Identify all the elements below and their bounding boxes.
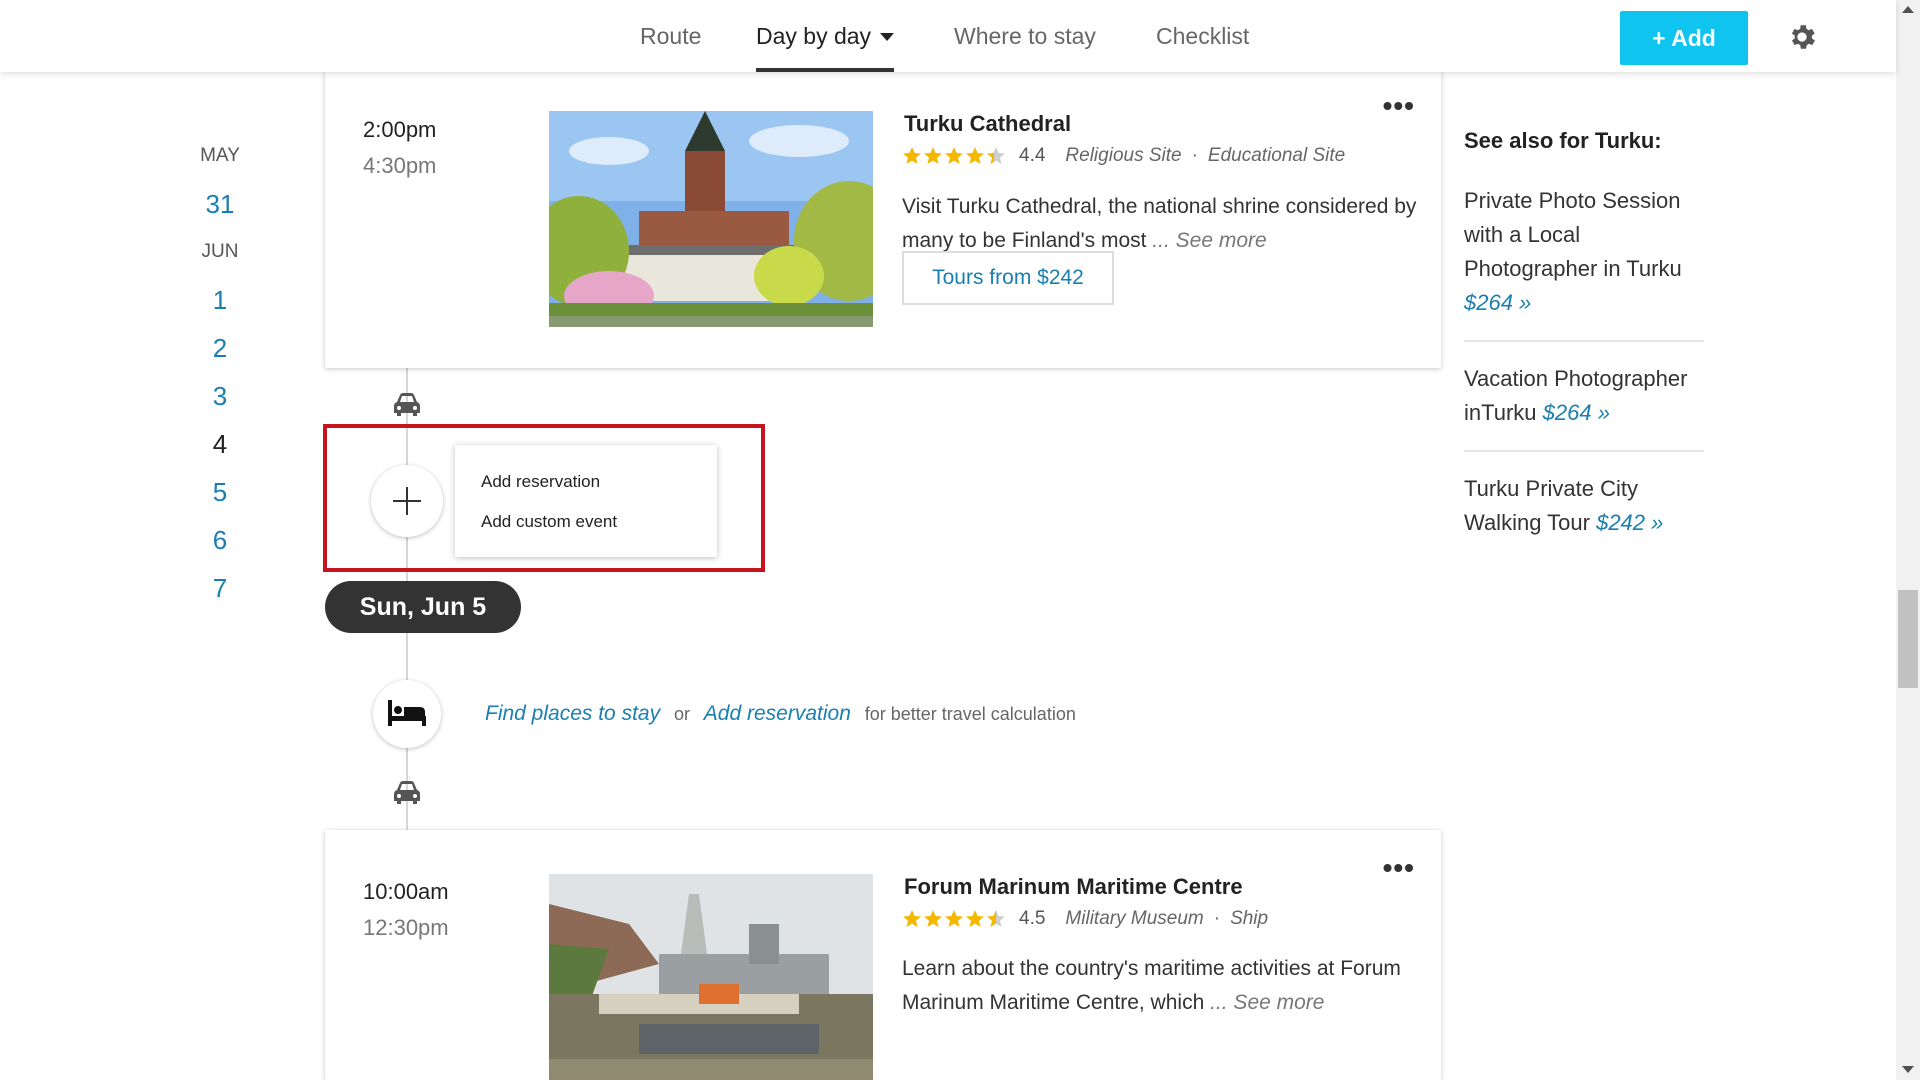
event-meta: 4.5 Military Museum · Ship xyxy=(902,908,1268,930)
see-more-link[interactable]: ... See more xyxy=(1152,229,1266,252)
add-reservation-link[interactable]: Add reservation xyxy=(704,702,851,725)
date-navigation: MAY 31 JUN 1 2 3 4 5 6 7 xyxy=(160,140,280,620)
see-also-price[interactable]: $264 » xyxy=(1543,400,1610,425)
tab-day-by-day[interactable]: Day by day xyxy=(756,0,895,72)
month-label-may: MAY xyxy=(200,145,240,166)
start-time: 2:00pm xyxy=(363,117,437,142)
date-link-jun-4[interactable]: 4 xyxy=(160,428,280,476)
separator-dot: · xyxy=(1191,145,1198,166)
rating-value: 4.4 xyxy=(1019,145,1046,166)
divider xyxy=(1464,340,1704,342)
see-also-item[interactable]: Turku Private City Walking Tour $242 » xyxy=(1464,472,1704,540)
date-link-jun-1[interactable]: 1 xyxy=(160,284,280,332)
more-options-icon[interactable]: ••• xyxy=(1383,852,1415,884)
event-card-forum-marinum[interactable]: 10:00am 12:30pm Forum Marinum Maritime C… xyxy=(325,830,1441,1080)
add-button[interactable]: + Add xyxy=(1620,11,1748,65)
menu-item-add-custom-event[interactable]: Add custom event xyxy=(481,512,617,532)
end-time: 4:30pm xyxy=(363,153,437,178)
event-title[interactable]: Turku Cathedral xyxy=(904,111,1071,137)
star-icon xyxy=(924,910,942,927)
see-more-link[interactable]: ... See more xyxy=(1210,991,1324,1014)
menu-item-add-reservation[interactable]: Add reservation xyxy=(481,472,600,492)
star-icon xyxy=(924,147,942,164)
date-link-jun-5[interactable]: 5 xyxy=(160,476,280,524)
star-icon xyxy=(945,147,963,164)
star-icon xyxy=(945,910,963,927)
see-also-item[interactable]: Vacation Photographer inTurku $264 » xyxy=(1464,362,1704,430)
day-header-pill: Sun, Jun 5 xyxy=(325,581,521,633)
month-label-jun: JUN xyxy=(201,241,239,262)
start-time: 10:00am xyxy=(363,879,449,904)
more-options-icon[interactable]: ••• xyxy=(1383,90,1415,122)
date-link-jun-6[interactable]: 6 xyxy=(160,524,280,572)
star-icon xyxy=(987,910,1005,927)
star-icon xyxy=(966,910,984,927)
see-also-price[interactable]: $242 » xyxy=(1596,510,1663,535)
add-event-menu: Add reservation Add custom event xyxy=(455,445,717,557)
tab-day-by-day-label: Day by day xyxy=(756,23,872,49)
see-also-title: See also for Turku: xyxy=(1464,128,1662,153)
rating-stars xyxy=(902,909,1007,929)
car-icon xyxy=(394,393,420,416)
forum-marinum-photo[interactable] xyxy=(549,874,873,1080)
category-label: Educational Site xyxy=(1207,145,1346,166)
separator-dot: · xyxy=(1213,908,1221,929)
star-icon xyxy=(966,147,984,164)
date-link-jun-7[interactable]: 7 xyxy=(160,572,280,620)
scrollbar-thumb[interactable] xyxy=(1898,590,1918,688)
travel-calculation-text: for better travel calculation xyxy=(864,704,1076,724)
category-label: Ship xyxy=(1230,908,1269,929)
see-also-text[interactable]: Private Photo Session with a Local Photo… xyxy=(1464,188,1682,281)
end-time: 12:30pm xyxy=(363,915,449,940)
event-meta: 4.4 Religious Site · Educational Site xyxy=(902,145,1345,167)
description-text: Learn about the country's maritime activ… xyxy=(902,957,1401,1014)
scroll-up-arrow-icon[interactable] xyxy=(1902,6,1914,13)
tab-checklist[interactable]: Checklist xyxy=(1156,0,1249,72)
event-description: Visit Turku Cathedral, the national shri… xyxy=(902,190,1422,258)
tours-button[interactable]: Tours from $242 xyxy=(902,251,1114,305)
or-text: or xyxy=(673,704,690,724)
star-icon xyxy=(903,910,921,927)
date-link-may-31[interactable]: 31 xyxy=(160,188,280,236)
category-label: Religious Site xyxy=(1065,145,1182,166)
rating-value: 4.5 xyxy=(1019,908,1046,929)
find-places-link[interactable]: Find places to stay xyxy=(485,702,660,725)
date-link-jun-2[interactable]: 2 xyxy=(160,332,280,380)
chevron-down-icon xyxy=(880,33,895,41)
date-link-jun-3[interactable]: 3 xyxy=(160,380,280,428)
tab-route[interactable]: Route xyxy=(640,0,701,72)
event-description: Learn about the country's maritime activ… xyxy=(902,952,1422,1020)
rating-stars xyxy=(902,146,1007,166)
stay-prompt: Find places to stay or Add reservation f… xyxy=(485,702,1084,726)
star-icon xyxy=(987,147,1005,164)
category-label: Military Museum xyxy=(1065,908,1204,929)
divider xyxy=(1464,450,1704,452)
see-also-price[interactable]: $264 » xyxy=(1464,290,1531,315)
scrollbar-track[interactable] xyxy=(1896,0,1920,1080)
star-icon xyxy=(903,147,921,164)
see-also-item[interactable]: Private Photo Session with a Local Photo… xyxy=(1464,184,1704,320)
bed-icon-circle xyxy=(373,680,441,748)
tab-where-to-stay[interactable]: Where to stay xyxy=(954,0,1096,72)
event-title[interactable]: Forum Marinum Maritime Centre xyxy=(904,874,1243,900)
gear-icon[interactable] xyxy=(1786,21,1818,53)
bed-icon xyxy=(388,700,426,726)
car-icon xyxy=(394,781,420,804)
top-navigation: Route Day by day Where to stay Checklist… xyxy=(0,0,1896,72)
event-times: 10:00am 12:30pm xyxy=(363,874,449,946)
event-card-turku-cathedral[interactable]: 2:00pm 4:30pm Turku Cathedral 4.4 Religi… xyxy=(325,60,1441,368)
event-times: 2:00pm 4:30pm xyxy=(363,112,436,184)
add-event-button[interactable] xyxy=(371,465,443,537)
scroll-down-arrow-icon[interactable] xyxy=(1902,1066,1914,1073)
turku-cathedral-photo[interactable] xyxy=(549,111,873,327)
